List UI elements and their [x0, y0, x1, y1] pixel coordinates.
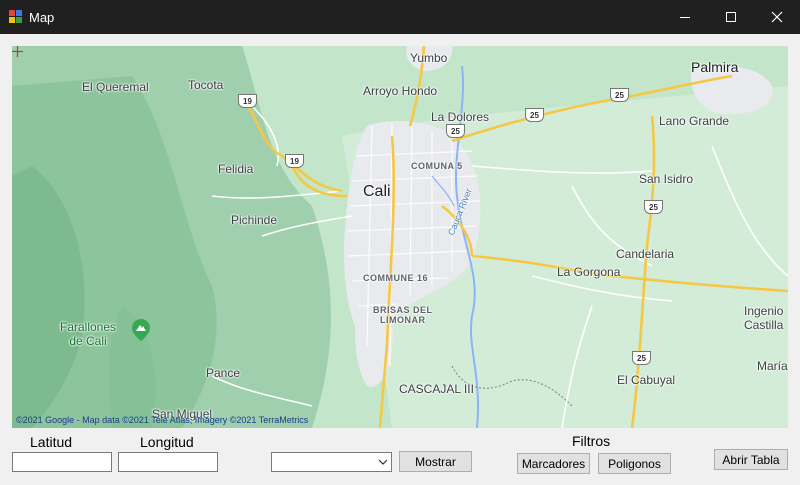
place-farallones: Farallones de Cali	[60, 320, 117, 348]
place-la-gorgona: La Gorgona	[557, 265, 621, 279]
map-attribution: ©2021 Google - Map data ©2021 Tele Atlas…	[16, 415, 309, 425]
place-palmira: Palmira	[691, 59, 739, 75]
place-felidia: Felidia	[218, 162, 254, 176]
latitud-input[interactable]	[12, 452, 112, 472]
route-shield: 25	[525, 108, 544, 122]
minimize-button[interactable]	[662, 0, 708, 34]
title-bar: Map	[0, 0, 800, 34]
place-ingenio-castilla: Ingenio Castilla	[744, 304, 784, 332]
place-comuna-5: COMUNA 5	[411, 161, 463, 171]
place-la-dolores: La Dolores	[431, 110, 490, 124]
longitud-input[interactable]	[118, 452, 218, 472]
map-view[interactable]: Yumbo Palmira El Queremal Tocota Arroyo …	[12, 46, 788, 428]
route-shield: 19	[285, 154, 304, 168]
place-el-cabuyal: El Cabuyal	[617, 373, 676, 387]
route-shield: 25	[644, 200, 663, 214]
crosshair-marker-icon	[12, 46, 23, 57]
longitud-label: Longitud	[140, 434, 194, 450]
close-icon	[771, 11, 783, 23]
filter-select[interactable]	[271, 452, 392, 472]
place-candelaria: Candelaria	[616, 247, 675, 261]
place-el-queremal: El Queremal	[82, 80, 149, 94]
maximize-button[interactable]	[708, 0, 754, 34]
latitud-label: Latitud	[30, 434, 73, 450]
route-shield: 25	[610, 88, 629, 102]
close-button[interactable]	[754, 0, 800, 34]
park-marker-icon	[132, 319, 150, 341]
app-icon	[9, 10, 23, 24]
place-commune-16: COMMUNE 16	[363, 273, 429, 283]
place-san-isidro: San Isidro	[639, 172, 694, 186]
mostrar-button[interactable]: Mostrar	[399, 451, 472, 472]
place-cascajal: CASCAJAL III	[399, 382, 474, 396]
chevron-down-icon	[378, 459, 388, 465]
place-lano-grande: Lano Grande	[659, 114, 730, 128]
route-shield: 25	[446, 124, 465, 138]
minimize-icon	[680, 17, 690, 18]
route-shield: 19	[238, 94, 257, 108]
window-title: Map	[29, 10, 55, 25]
abrir-tabla-button[interactable]: Abrir Tabla	[714, 449, 788, 470]
poligonos-button[interactable]: Poligonos	[598, 453, 671, 474]
place-arroyo-hondo: Arroyo Hondo	[363, 84, 438, 98]
place-tocota: Tocota	[188, 78, 224, 92]
place-yumbo: Yumbo	[410, 51, 448, 65]
route-shield: 25	[632, 351, 651, 365]
maximize-icon	[726, 12, 736, 22]
filtros-label: Filtros	[572, 433, 611, 449]
place-pance: Pance	[206, 366, 241, 380]
place-pichinde: Pichinde	[231, 213, 278, 227]
place-maria: María	[757, 359, 788, 373]
place-brisas-del-limonar: BRISAS DEL LIMONAR	[373, 305, 433, 325]
place-cali: Cali	[363, 183, 391, 200]
map-terrain	[12, 46, 788, 428]
marcadores-button[interactable]: Marcadores	[517, 453, 590, 474]
